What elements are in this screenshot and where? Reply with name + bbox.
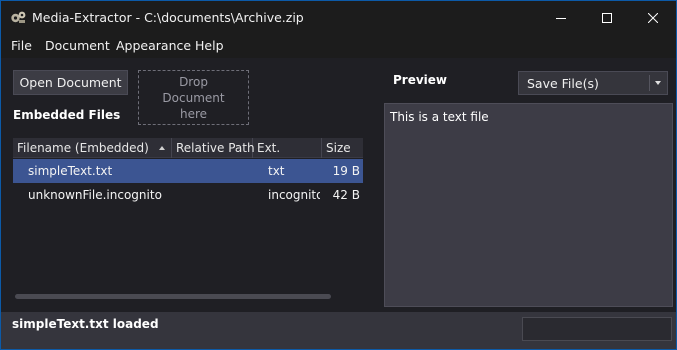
status-bar: simpleText.txt loaded xyxy=(1,312,676,349)
column-size[interactable]: Size xyxy=(322,138,363,158)
window-title: Media-Extractor - C:\documents\Archive.z… xyxy=(32,10,304,25)
cell-relative-path xyxy=(176,159,251,183)
table-row[interactable]: unknownFile.incognito incognito 42 B xyxy=(13,183,363,207)
save-files-label: Save File(s) xyxy=(527,76,599,91)
preview-text-area[interactable]: This is a text file xyxy=(384,103,673,307)
column-relative-path[interactable]: Relative Path xyxy=(172,138,255,158)
maximize-button[interactable] xyxy=(584,1,630,34)
minimize-icon xyxy=(556,17,566,19)
minimize-button[interactable] xyxy=(538,1,584,34)
cell-ext: incognito xyxy=(268,188,320,202)
open-document-button[interactable]: Open Document xyxy=(13,70,128,95)
cell-size: 19 B xyxy=(332,164,360,178)
drop-document-zone[interactable]: Drop Document here xyxy=(138,70,249,125)
table-header: Filename (Embedded) Relative Path Ext. S… xyxy=(13,138,363,158)
menu-file[interactable]: File xyxy=(11,38,32,53)
cell-size: 42 B xyxy=(332,188,360,202)
embedded-files-heading: Embedded Files xyxy=(13,108,121,122)
menu-appearance[interactable]: Appearance xyxy=(116,38,191,53)
cell-relative-path xyxy=(176,183,251,207)
cell-filename: simpleText.txt xyxy=(28,164,113,178)
cell-filename: unknownFile.incognito xyxy=(28,188,162,202)
embedded-files-table: Filename (Embedded) Relative Path Ext. S… xyxy=(13,138,363,306)
column-filename[interactable]: Filename (Embedded) xyxy=(13,138,172,158)
menu-bar: File Document Appearance Help xyxy=(1,34,676,58)
dropdown-divider xyxy=(649,75,650,91)
menu-document[interactable]: Document xyxy=(45,38,110,53)
gears-icon xyxy=(10,10,27,25)
table-row[interactable]: simpleText.txt txt 19 B xyxy=(13,159,363,183)
menu-help[interactable]: Help xyxy=(195,38,224,53)
cell-ext: txt xyxy=(268,164,285,178)
sort-ascending-icon xyxy=(159,146,165,150)
column-ext[interactable]: Ext. xyxy=(253,138,322,158)
main-window: Media-Extractor - C:\documents\Archive.z… xyxy=(1,1,676,349)
status-message: simpleText.txt loaded xyxy=(12,317,159,331)
status-field xyxy=(522,317,672,341)
maximize-icon xyxy=(602,12,612,23)
close-icon xyxy=(648,12,658,23)
close-button[interactable] xyxy=(630,1,676,34)
drop-zone-label: Drop Document here xyxy=(162,74,225,121)
title-bar[interactable]: Media-Extractor - C:\documents\Archive.z… xyxy=(1,1,676,34)
horizontal-scrollbar[interactable] xyxy=(15,294,331,299)
chevron-down-icon[interactable] xyxy=(655,81,661,85)
preview-content: This is a text file xyxy=(390,110,489,124)
save-files-dropdown[interactable]: Save File(s) xyxy=(518,71,668,95)
preview-heading: Preview xyxy=(393,73,448,87)
